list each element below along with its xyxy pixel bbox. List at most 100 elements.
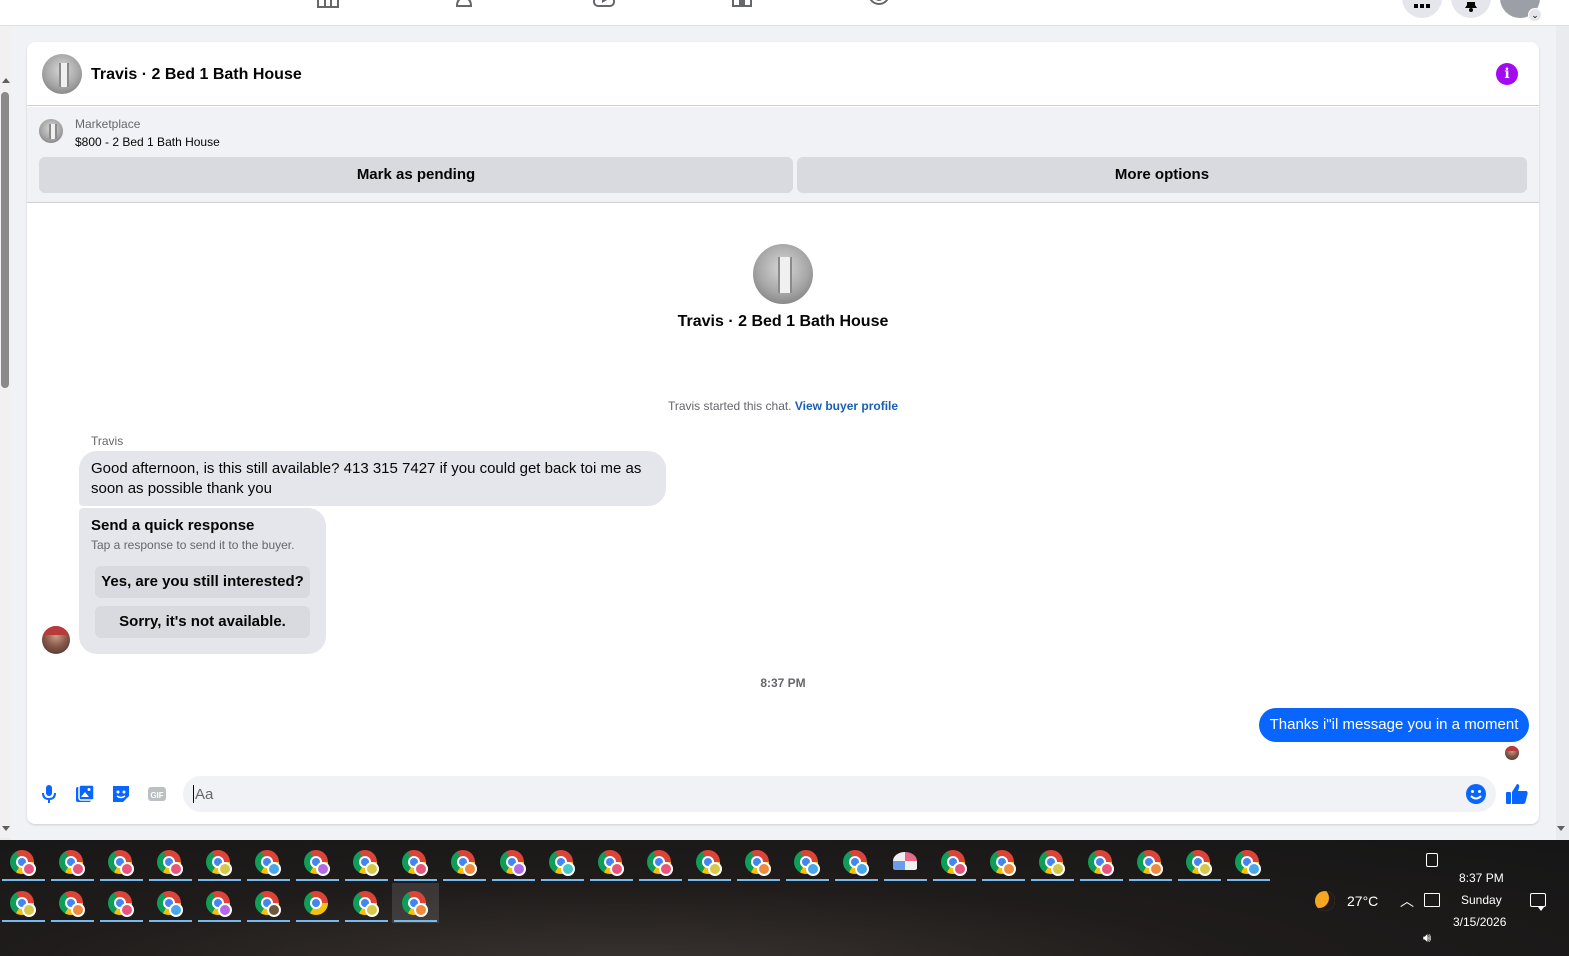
quick-response-option[interactable]: Sorry, it's not available.	[95, 606, 310, 638]
taskbar-app-button[interactable]	[686, 842, 733, 882]
taskbar-app-button[interactable]	[294, 842, 341, 882]
notifications-button[interactable]	[1451, 0, 1491, 18]
message-input[interactable]: Aa	[183, 776, 1496, 812]
network-icon[interactable]	[1424, 893, 1440, 907]
running-indicator	[639, 879, 682, 881]
notification-center-icon[interactable]	[1530, 893, 1546, 911]
weather-temperature[interactable]: 27°C	[1347, 893, 1378, 909]
marketplace-listing-bar: Marketplace $800 - 2 Bed 1 Bath House Ma…	[27, 107, 1539, 203]
taskbar-app-button[interactable]	[1127, 842, 1174, 882]
taskbar-app-button[interactable]	[1225, 842, 1272, 882]
video-icon[interactable]	[592, 0, 616, 8]
running-indicator	[786, 879, 829, 881]
running-indicator	[1178, 879, 1221, 881]
sticker-icon[interactable]	[111, 784, 131, 804]
scrollbar[interactable]	[0, 26, 11, 838]
taskbar-app-button[interactable]	[490, 842, 537, 882]
conversation-avatar[interactable]	[753, 244, 813, 304]
chat-started-text: Travis started this chat.	[667, 399, 792, 413]
clock-date[interactable]: 3/15/2026	[1453, 915, 1506, 929]
taskbar-app-button[interactable]	[1176, 842, 1223, 882]
taskbar-app-button[interactable]	[245, 842, 292, 882]
more-options-button[interactable]: More options	[797, 157, 1527, 193]
incoming-message[interactable]: Good afternoon, is this still available?…	[79, 451, 666, 506]
profile-badge-icon	[757, 862, 771, 876]
taskbar-app-button[interactable]	[539, 842, 586, 882]
taskbar-app-button[interactable]	[1029, 842, 1076, 882]
listing-thumbnail[interactable]	[39, 119, 63, 143]
top-nav-bar: ⌄	[0, 0, 1569, 26]
scrollbar-thumb[interactable]	[1, 92, 9, 388]
taskbar-app-button[interactable]	[588, 842, 635, 882]
taskbar-app-button[interactable]	[931, 842, 978, 882]
friends-icon[interactable]	[454, 0, 478, 8]
taskbar-app-button[interactable]	[49, 842, 96, 882]
taskbar-app-button[interactable]	[882, 842, 929, 882]
taskbar-app-button[interactable]	[392, 842, 439, 882]
speaker-icon[interactable]: 🔊︎	[1423, 930, 1431, 946]
menu-grid-button[interactable]	[1402, 0, 1442, 18]
taskbar-app-button[interactable]	[0, 883, 47, 923]
listing-avatar[interactable]	[42, 54, 82, 94]
moon-icon[interactable]	[1315, 891, 1335, 911]
running-indicator	[541, 879, 584, 881]
chat-title[interactable]: Travis · 2 Bed 1 Bath House	[91, 66, 302, 84]
groups-icon[interactable]	[867, 0, 891, 8]
info-icon[interactable]: i	[1496, 63, 1518, 85]
profile-badge-icon	[1247, 862, 1261, 876]
taskbar-app-button[interactable]	[98, 883, 145, 923]
taskbar-app-button[interactable]	[196, 883, 243, 923]
taskbar-app-button[interactable]	[833, 842, 880, 882]
running-indicator	[149, 920, 192, 922]
running-indicator	[51, 879, 94, 881]
clock-day[interactable]: Sunday	[1461, 893, 1502, 907]
gif-icon[interactable]: GIF	[147, 784, 167, 804]
gif-label: GIF	[150, 791, 163, 800]
taskbar-app-button[interactable]	[343, 883, 390, 923]
running-indicator	[835, 879, 878, 881]
taskbar-app-button[interactable]	[0, 842, 47, 882]
taskbar-app-button[interactable]	[637, 842, 684, 882]
taskbar-app-button[interactable]	[147, 842, 194, 882]
taskbar-app-button[interactable]	[784, 842, 831, 882]
scroll-up-arrow-icon[interactable]	[2, 78, 10, 83]
listing-title[interactable]: $800 - 2 Bed 1 Bath House	[75, 135, 220, 149]
mark-as-pending-button[interactable]: Mark as pending	[39, 157, 793, 193]
marketplace-icon[interactable]	[730, 0, 754, 8]
taskbar-app-button[interactable]	[1078, 842, 1125, 882]
microphone-icon[interactable]	[39, 784, 59, 804]
running-indicator	[394, 920, 437, 922]
profile-badge-icon	[120, 862, 134, 876]
outgoing-message[interactable]: Thanks i"il message you in a moment	[1259, 708, 1529, 742]
profile-badge-icon	[169, 862, 183, 876]
thumbs-up-icon[interactable]	[1505, 782, 1529, 806]
running-indicator	[933, 879, 976, 881]
buyer-avatar[interactable]	[42, 626, 70, 654]
photo-icon[interactable]	[75, 784, 95, 804]
taskbar-app-button[interactable]	[294, 883, 341, 923]
taskbar-app-button[interactable]	[343, 842, 390, 882]
quick-response-option[interactable]: Yes, are you still interested?	[95, 566, 310, 598]
view-buyer-profile-link[interactable]: View buyer profile	[795, 399, 898, 413]
account-avatar[interactable]: ⌄	[1500, 0, 1542, 22]
taskbar-app-button[interactable]	[980, 842, 1027, 882]
taskbar-app-button[interactable]	[392, 883, 439, 923]
scroll-down-arrow-icon[interactable]	[1557, 826, 1565, 831]
scroll-down-arrow-icon[interactable]	[2, 826, 10, 831]
taskbar-app-button[interactable]	[49, 883, 96, 923]
taskbar-app-button[interactable]	[147, 883, 194, 923]
meet-now-icon[interactable]	[1426, 853, 1438, 867]
taskbar-app-button[interactable]	[245, 883, 292, 923]
taskbar-app-button[interactable]	[735, 842, 782, 882]
chevron-up-icon[interactable]: ︿	[1400, 891, 1414, 911]
home-icon[interactable]	[316, 0, 340, 8]
taskbar-app-button[interactable]	[196, 842, 243, 882]
taskbar-app-button[interactable]	[98, 842, 145, 882]
profile-badge-icon	[267, 862, 281, 876]
taskbar-app-button[interactable]	[441, 842, 488, 882]
text-caret	[193, 785, 194, 803]
profile-badge-icon	[953, 862, 967, 876]
emoji-icon[interactable]	[1465, 783, 1487, 805]
clock-time[interactable]: 8:37 PM	[1459, 871, 1504, 885]
profile-badge-icon	[1002, 862, 1016, 876]
